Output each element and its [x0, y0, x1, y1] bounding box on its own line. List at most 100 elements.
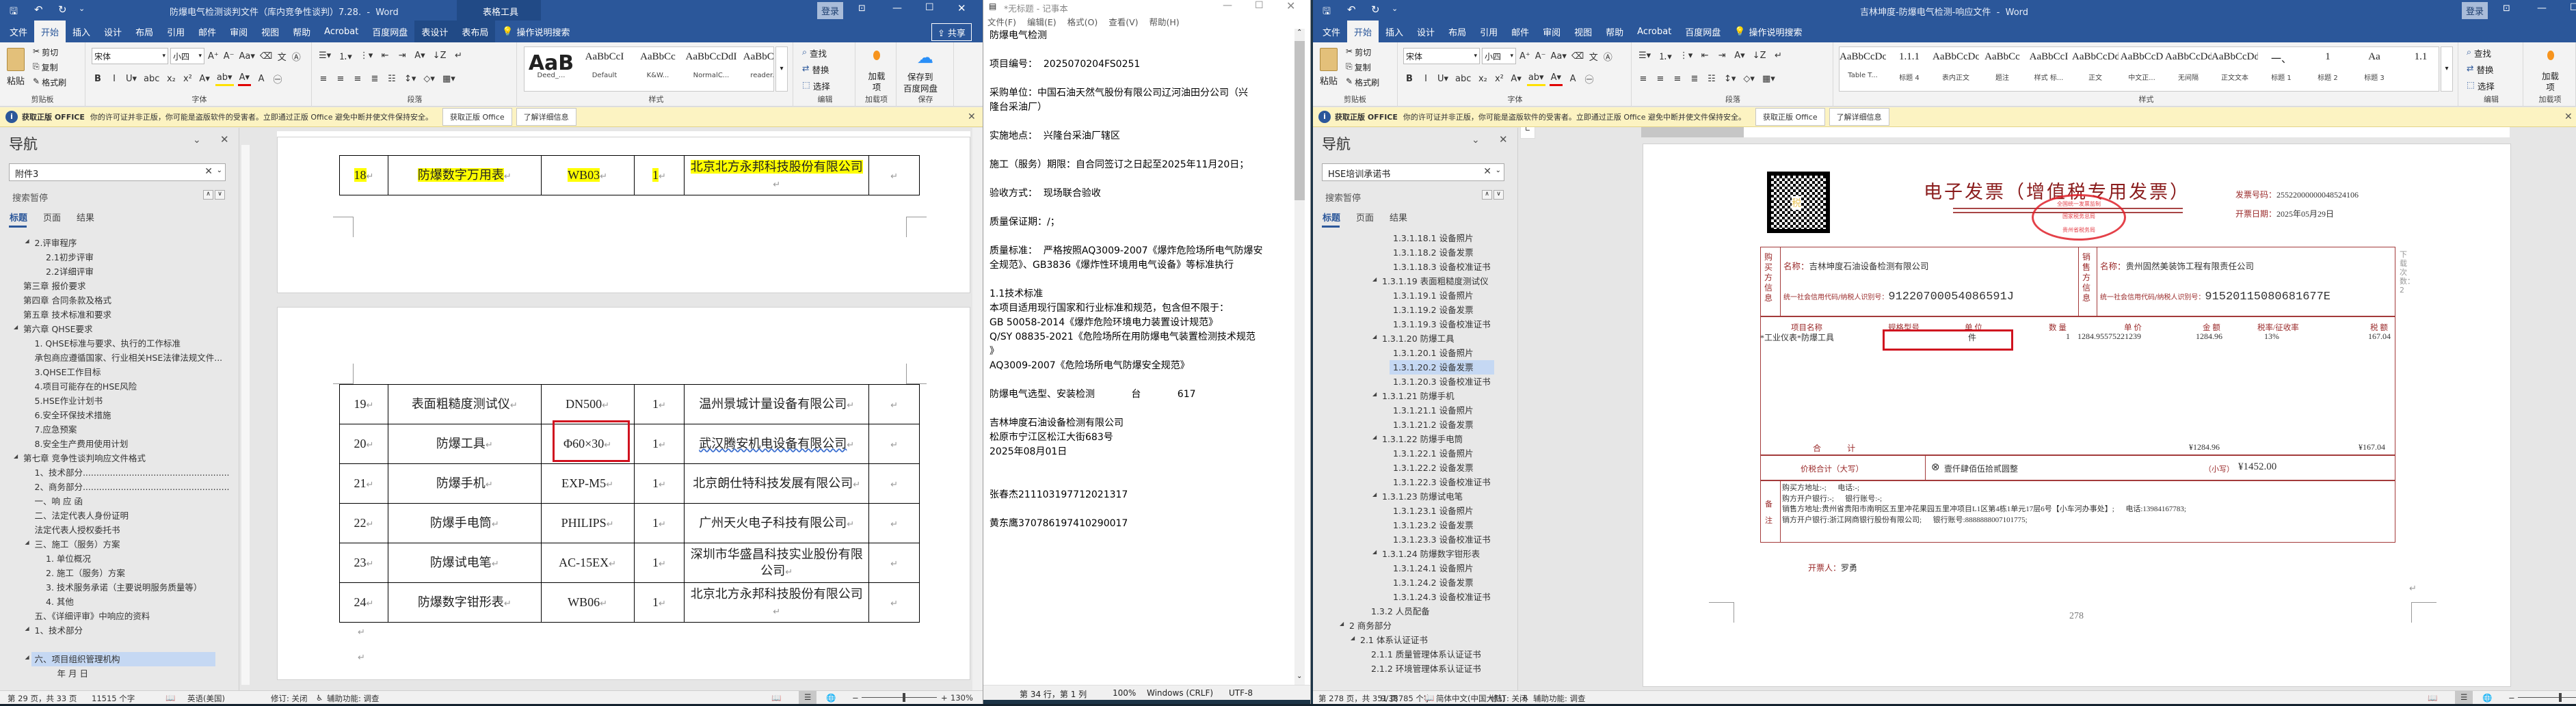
paste-button[interactable]: 粘贴 [1320, 74, 1338, 87]
grow-font-icon[interactable]: A⁺ [207, 49, 220, 64]
scroll-down-icon[interactable]: ⌄ [1297, 673, 1302, 680]
subscript-icon[interactable]: x₂ [165, 71, 177, 86]
decrease-indent-icon[interactable]: ⇤ [1699, 48, 1711, 63]
expand-triangle-icon[interactable]: ◢ [1372, 491, 1377, 498]
nav-heading-item[interactable]: 承包商应遵循国家、行业相关HSE法律法规文件... [35, 351, 223, 365]
sign-in-button[interactable]: 登录 [2462, 2, 2488, 19]
tab-8[interactable]: 视图 [1567, 21, 1599, 42]
italic-icon[interactable]: I [108, 71, 120, 86]
style-item[interactable]: AaBbCc 题注 [1979, 47, 2026, 91]
tab-11[interactable]: 百度网盘 [1678, 21, 1727, 42]
underline-icon[interactable]: U▾ [124, 71, 138, 86]
nav-heading-item[interactable]: 7.应急预案 [35, 422, 77, 437]
cut-button[interactable]: ✂ 剪切 [33, 46, 58, 58]
nav-heading-item[interactable]: 2.1 体系认证证书 [1360, 633, 1428, 647]
print-layout-icon[interactable]: ☰ [799, 691, 817, 704]
styles-more-button[interactable]: ▾ [2441, 46, 2453, 92]
vertical-ruler[interactable] [241, 145, 250, 685]
distributed-icon[interactable]: ☷ [1705, 71, 1718, 86]
next-result-icon[interactable]: ∨ [1493, 190, 1504, 200]
style-item[interactable]: AaBbCc K&W... [631, 47, 685, 91]
nav-tab-1[interactable]: 页面 [43, 211, 61, 223]
style-item[interactable]: AaBbCcDd 无间隔 [2165, 47, 2212, 91]
close-warning-icon[interactable]: ✕ [968, 111, 976, 122]
word-count[interactable]: 11515 个字 [92, 693, 135, 704]
style-item[interactable]: AaBbCcDcI 表内正文 [1933, 47, 1979, 91]
tab-4[interactable]: 布局 [1442, 21, 1473, 42]
nav-heading-item[interactable]: 1.3.1.22.1 设备照片 [1393, 446, 1474, 461]
learn-more-button[interactable]: 了解详细信息 [516, 108, 576, 126]
tab-6[interactable]: 邮件 [191, 21, 223, 42]
menu-2[interactable]: 格式(O) [1067, 15, 1098, 29]
search-dropdown-icon[interactable]: ⌄ [217, 167, 222, 174]
nav-heading-item[interactable]: 1.3.1.23 防爆试电笔 [1382, 489, 1463, 504]
nav-heading-item[interactable]: 三、施工（服务）方案 [35, 537, 120, 552]
tab-3[interactable]: 设计 [1410, 21, 1442, 42]
distributed-icon[interactable]: ☷ [386, 71, 398, 86]
nav-heading-item[interactable]: 2 商务部分 [1349, 619, 1392, 633]
nav-heading-item[interactable]: 2.2详细评审 [46, 264, 94, 279]
expand-triangle-icon[interactable]: ◢ [1372, 434, 1377, 440]
vertical-scrollbar[interactable] [972, 128, 983, 690]
tab-3[interactable]: 设计 [97, 21, 129, 42]
proofing-icon[interactable]: 📖 [1424, 693, 1434, 703]
superscript-icon[interactable]: x² [181, 71, 194, 86]
align-left-icon[interactable]: ≡ [1637, 71, 1649, 86]
minimize-icon[interactable]: — [2537, 3, 2547, 14]
tab-selector[interactable]: ∟ [1520, 125, 1535, 139]
multilevel-list-icon[interactable]: ⋮▾ [1678, 48, 1695, 63]
expand-triangle-icon[interactable]: ◢ [1372, 549, 1377, 555]
clear-search-icon[interactable]: ✕ [204, 166, 213, 177]
select-button[interactable]: ⬚ 选择 [2467, 79, 2495, 92]
web-layout-icon[interactable]: 🌐 [826, 693, 836, 703]
tab-5[interactable]: 引用 [1473, 21, 1504, 42]
strikethrough-icon[interactable]: abc [1454, 71, 1472, 86]
style-item[interactable]: AaBbCcDc Table T... [1840, 47, 1886, 91]
find-button[interactable]: ⌕ 查找 [2467, 46, 2491, 59]
nav-heading-item[interactable]: 6.安全环保技术措施 [35, 408, 111, 422]
borders-icon[interactable]: ▦▾ [441, 71, 457, 86]
nav-heading-item[interactable]: 五、《详细评审》中响应的资料 [35, 609, 150, 623]
numbering-icon[interactable]: ⒈▾ [337, 48, 354, 63]
style-item[interactable]: AaBbCcDdI NormalC... [685, 47, 738, 91]
shading-icon[interactable]: ◇▾ [1742, 71, 1756, 86]
ribbon-display-icon[interactable]: ⊡ [858, 3, 866, 14]
nav-heading-item[interactable]: 1. 单位概况 [46, 552, 91, 566]
save-icon[interactable]: 🖫 [1323, 4, 1331, 21]
accessibility-icon[interactable]: ♿ [316, 693, 323, 703]
nav-heading-item[interactable]: 2.评审程序 [35, 236, 77, 250]
style-item[interactable]: AaB Deed_... [525, 47, 578, 91]
expand-triangle-icon[interactable]: ◢ [25, 625, 29, 632]
tab-2[interactable]: 插入 [1379, 21, 1410, 42]
phonetic-guide-icon[interactable]: 文 [1587, 49, 1599, 64]
nav-heading-item[interactable]: 1.3.1.20 防爆工具 [1382, 331, 1455, 346]
highlight-icon[interactable]: ab▾ [1526, 71, 1545, 86]
enclose-char-icon[interactable]: ㊀ [271, 71, 284, 86]
align-left-icon[interactable]: ≡ [317, 71, 330, 86]
menu-3[interactable]: 查看(V) [1108, 15, 1138, 29]
bullets-icon[interactable]: ☰▾ [1637, 48, 1652, 63]
maximize-icon[interactable]: ☐ [1255, 0, 1264, 11]
zoom-slider[interactable] [862, 697, 937, 698]
tab-0[interactable]: 文件 [3, 21, 34, 42]
change-case-icon[interactable]: Aa▾ [1550, 49, 1568, 64]
nav-heading-item[interactable]: 1.3.1.19.1 设备照片 [1393, 288, 1474, 303]
subscript-icon[interactable]: x₂ [1476, 71, 1489, 86]
accessibility-check[interactable]: 辅助功能: 调查 [327, 693, 380, 704]
bullets-icon[interactable]: ☰▾ [317, 48, 332, 63]
style-item[interactable]: 一、 标题 1 [2258, 47, 2305, 91]
bold-icon[interactable]: B [92, 71, 104, 86]
highlight-icon[interactable]: ab▾ [215, 71, 234, 86]
learn-more-button[interactable]: 了解详细信息 [1829, 108, 1889, 126]
nav-heading-item[interactable]: 3.QHSE工作目标 [35, 365, 101, 379]
customize-toolbar-icon[interactable]: ⌄ [79, 4, 85, 13]
page-count[interactable]: 第 29 页，共 33 页 [8, 693, 77, 704]
asian-layout-icon[interactable]: A▾ [1733, 48, 1746, 63]
expand-triangle-icon[interactable]: ◢ [1372, 391, 1377, 397]
cut-button[interactable]: ✂ 剪切 [1346, 46, 1371, 58]
language[interactable]: 英语(美国) [187, 693, 225, 704]
scrollbar-thumb[interactable] [1294, 41, 1305, 200]
format-painter-button[interactable]: ✎ 格式刷 [33, 77, 66, 88]
asian-layout-icon[interactable]: A▾ [413, 48, 426, 63]
italic-icon[interactable]: I [1420, 71, 1432, 86]
